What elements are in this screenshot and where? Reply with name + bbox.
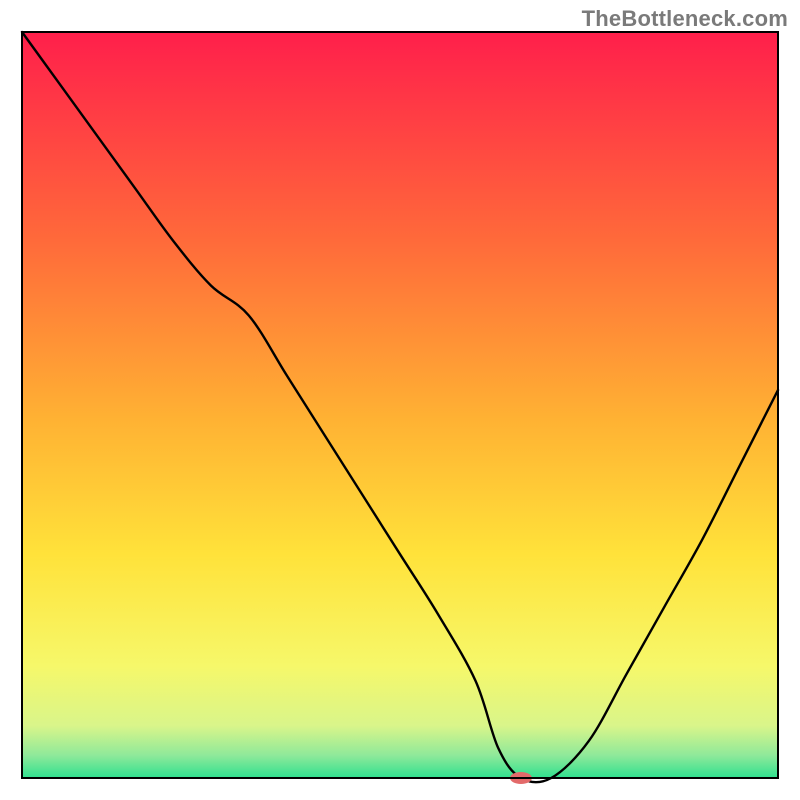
watermark-text: TheBottleneck.com	[582, 6, 788, 32]
bottleneck-chart	[0, 0, 800, 800]
plot-background	[22, 32, 778, 778]
chart-stage: TheBottleneck.com	[0, 0, 800, 800]
